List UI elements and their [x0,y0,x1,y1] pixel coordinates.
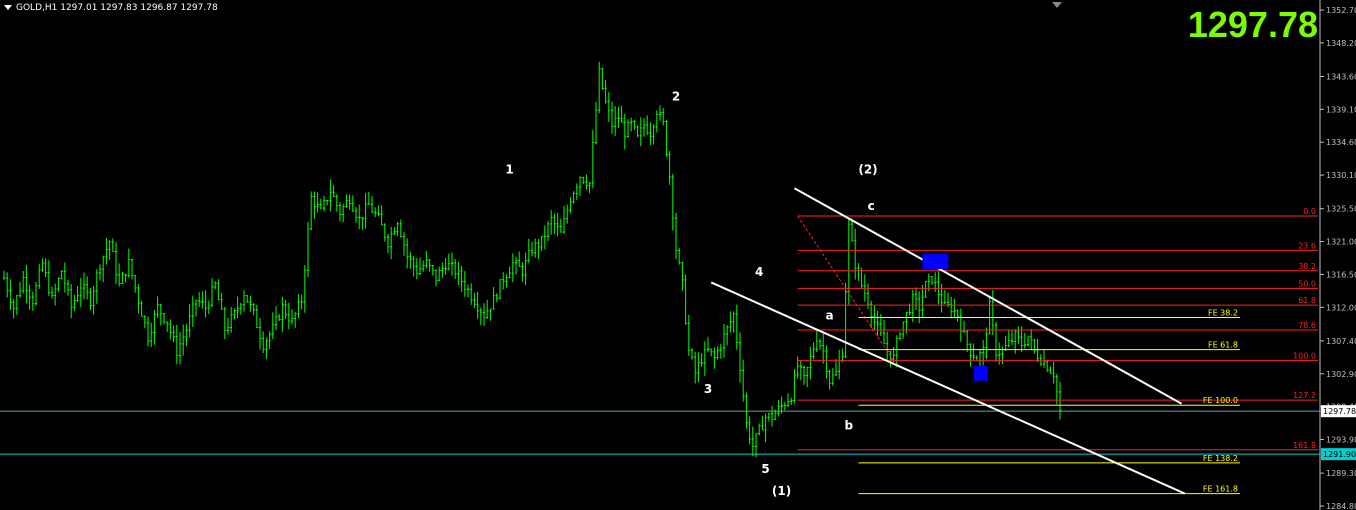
fib-level-label: 0.0 [1303,207,1316,216]
fib-level-label: 23.6 [1298,241,1316,250]
y-tick-label: 1343.60 [1326,72,1356,81]
y-tick-label: 1339.10 [1326,105,1356,114]
current-price-label: 1297.78 [1323,407,1356,416]
symbol-info: GOLD,H1 1297.01 1297.83 1296.87 1297.78 [4,3,218,13]
marker-box [922,253,949,269]
wave-label: c [868,199,875,213]
y-tick-label: 1289.30 [1326,469,1356,478]
y-tick-label: 1312.00 [1326,303,1356,312]
wave-label: 2 [672,90,680,104]
fe-level-label: FE 161.8 [1203,485,1238,494]
fe-level-label: FE 100.0 [1203,396,1238,405]
current-price-display: 1297.78 [1187,4,1318,45]
fib-level-label: 38.2 [1298,262,1316,271]
wave-label: (1) [772,484,791,498]
fib-level-label: 161.8 [1293,441,1316,450]
level-price-label: 1291.90 [1323,450,1356,459]
y-tick-label: 1302.90 [1326,370,1356,379]
y-tick-label: 1348.20 [1326,39,1356,48]
y-tick-label: 1325.50 [1326,205,1356,214]
menu-triangle-icon[interactable] [4,5,12,10]
y-tick-label: 1307.40 [1326,337,1356,346]
wave-label: b [845,418,854,432]
wave-label: 5 [761,462,769,476]
fe-level-label: FE 61.8 [1208,341,1238,350]
wave-label: 3 [704,382,712,396]
y-tick-label: 1284.80 [1326,502,1356,510]
wave-label: a [826,309,834,323]
fib-level-label: 61.8 [1298,296,1316,305]
y-tick-label: 1321.00 [1326,238,1356,247]
wave-label: 1 [505,163,513,177]
fib-level-label: 100.0 [1293,352,1316,361]
wave-label: (2) [858,163,877,177]
fe-level-label: FE 38.2 [1208,309,1238,318]
y-tick-label: 1334.60 [1326,138,1356,147]
y-tick-label: 1293.90 [1326,436,1356,445]
fib-level-label: 78.6 [1298,321,1316,330]
chart-shift-icon[interactable] [1052,2,1062,8]
y-tick-label: 1352.70 [1326,6,1356,15]
y-tick-label: 1316.50 [1326,270,1356,279]
y-tick-label: 1330.10 [1326,171,1356,180]
fib-level-label: 50.0 [1298,279,1316,288]
fib-level-label: 127.2 [1293,391,1316,400]
price-chart[interactable]: 0.0 23.6 38.2 50.0 61.8 78.6 100.0 127.2 161.8 F… [0,0,1356,510]
symbol-line: GOLD,H1 1297.01 1297.83 1296.87 1297.78 [16,3,218,13]
wave-label: 4 [755,265,763,279]
fe-level-label: FE 138.2 [1203,454,1238,463]
marker-box [973,365,988,381]
